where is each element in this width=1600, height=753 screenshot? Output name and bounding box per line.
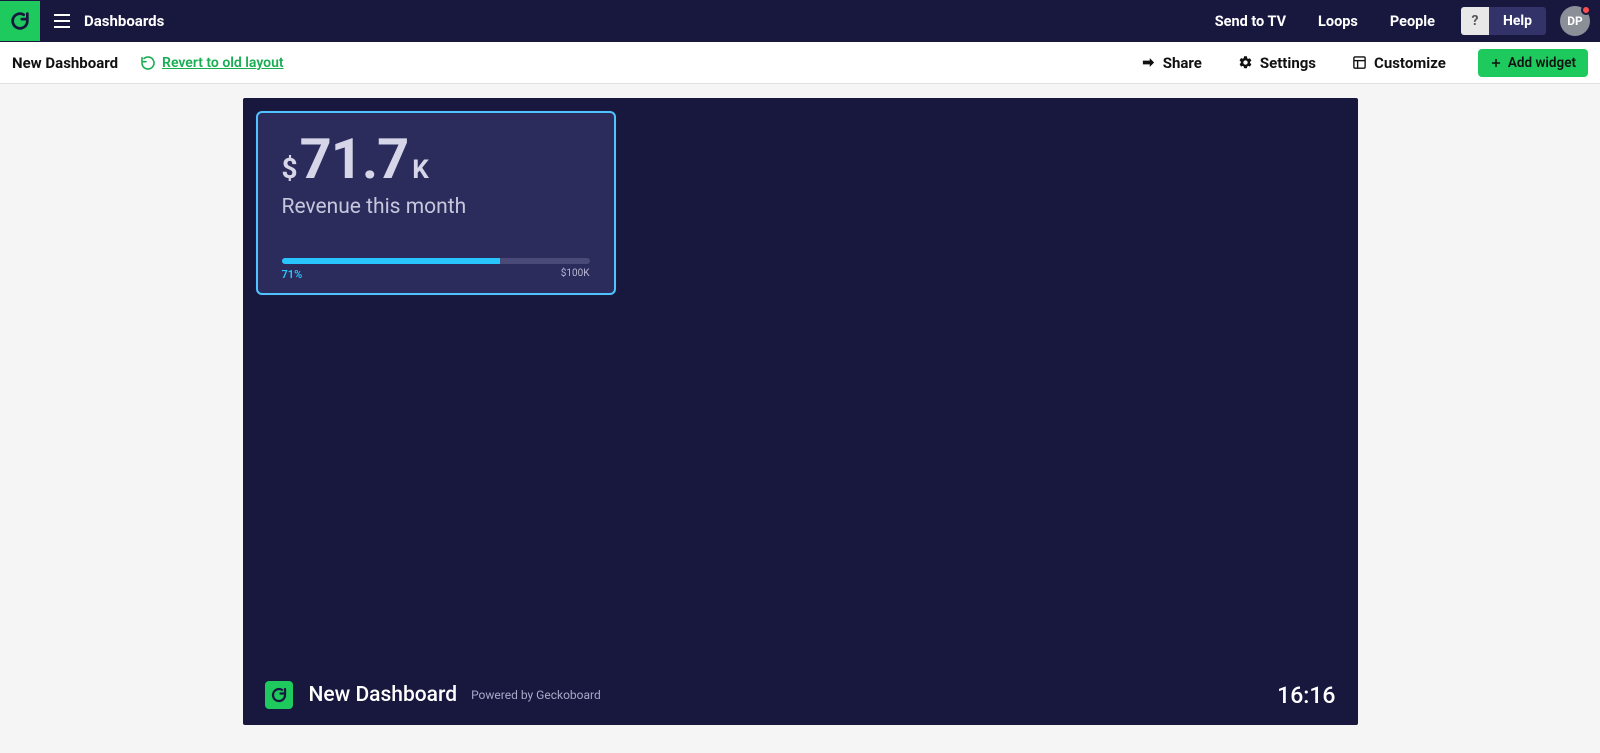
clock: 16:16 [1277,682,1335,709]
customize-label: Customize [1374,54,1446,72]
footer-logo-icon [265,681,293,709]
settings-button[interactable]: Settings [1238,54,1316,72]
menu-icon[interactable] [54,11,74,31]
toolbar: New Dashboard Revert to old layout Share… [0,42,1600,84]
breadcrumb[interactable]: Dashboards [84,12,164,30]
share-icon [1141,55,1156,70]
revenue-widget[interactable]: $ 71.7 K Revenue this month 71% $100K [256,111,616,295]
progress-goal-label: $100K [561,268,590,281]
history-icon [140,55,156,71]
page-title: New Dashboard [12,54,118,72]
share-label: Share [1163,54,1202,72]
brand-logo[interactable] [0,1,40,41]
help-question-icon[interactable]: ? [1461,7,1489,35]
nav-loops[interactable]: Loops [1318,13,1358,30]
nav-send-to-tv[interactable]: Send to TV [1215,13,1286,30]
stage: $ 71.7 K Revenue this month 71% $100K [0,84,1600,725]
progress-track [282,258,590,264]
gear-icon [1238,55,1253,70]
avatar-initials: DP [1567,14,1583,28]
plus-icon [1490,57,1502,69]
progress-percent-label: 71% [282,268,303,281]
widget-label: Revenue this month [282,195,590,219]
help-button[interactable]: Help [1489,7,1546,35]
widget-value: $ 71.7 K [282,131,590,187]
layout-icon [1352,55,1367,70]
revert-label: Revert to old layout [162,55,284,71]
value-suffix: K [412,155,429,185]
customize-button[interactable]: Customize [1352,54,1446,72]
add-widget-label: Add widget [1508,55,1576,71]
powered-by-label: Powered by Geckoboard [471,688,601,702]
notification-dot-icon [1581,5,1591,15]
revert-link[interactable]: Revert to old layout [140,55,284,71]
currency-symbol: $ [282,152,298,185]
share-button[interactable]: Share [1141,54,1202,72]
top-nav: Dashboards Send to TV Loops People ? Hel… [0,0,1600,42]
avatar[interactable]: DP [1560,6,1590,36]
help-group: ? Help [1461,7,1546,35]
add-widget-button[interactable]: Add widget [1478,49,1588,77]
progress-bar: 71% $100K [282,258,590,281]
dashboard-canvas[interactable]: $ 71.7 K Revenue this month 71% $100K [243,98,1358,725]
nav-people[interactable]: People [1390,13,1435,30]
settings-label: Settings [1260,54,1316,72]
canvas-footer: New Dashboard Powered by Geckoboard 16:1… [265,681,1336,709]
footer-dashboard-title: New Dashboard [309,683,458,707]
value-number: 71.7 [300,131,409,187]
progress-fill [282,258,501,264]
